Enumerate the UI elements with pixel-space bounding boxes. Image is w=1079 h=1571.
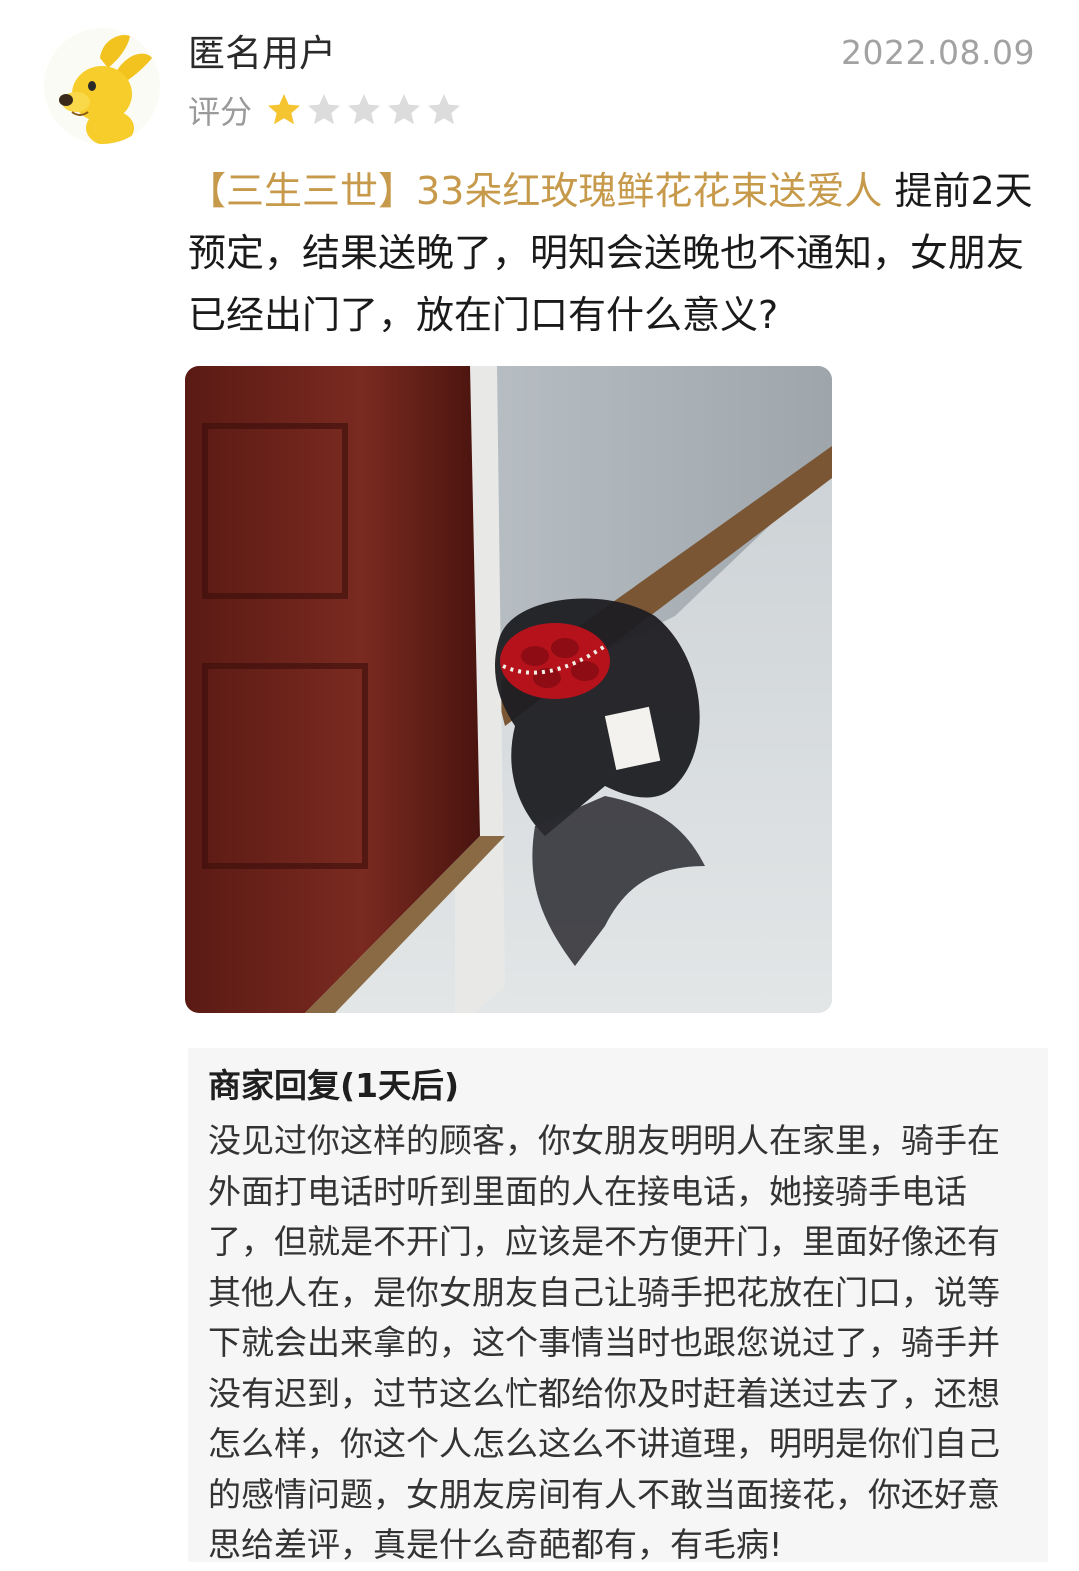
yellow-dog-avatar-icon: [44, 28, 160, 144]
rating-row: 评分: [188, 88, 466, 132]
review-date: 2022.08.09: [841, 33, 1035, 72]
user-avatar[interactable]: [44, 28, 160, 144]
product-link[interactable]: 【三生三世】33朵红玫瑰鲜花花束送爱人: [188, 169, 882, 213]
star-empty-icon: [428, 94, 461, 125]
bouquet-at-door-image: [185, 366, 832, 1013]
rating-label: 评分: [188, 93, 253, 131]
username: 匿名用户: [188, 32, 336, 75]
merchant-reply-title: 商家回复(1天后): [208, 1066, 460, 1105]
star-empty-icon: [348, 94, 381, 125]
rating-stars: [266, 92, 466, 128]
star-empty-icon: [388, 94, 421, 125]
star-empty-icon: [308, 94, 341, 125]
review-photo[interactable]: [185, 366, 832, 1013]
review-text-block: 【三生三世】33朵红玫瑰鲜花花束送爱人 提前2天预定，结果送晚了，明知会送晚也不…: [188, 160, 1038, 346]
star-filled-icon: [268, 94, 301, 125]
merchant-reply-text: 没见过你这样的顾客，你女朋友明明人在家里，骑手在外面打电话时听到里面的人在接电话…: [208, 1121, 1000, 1564]
